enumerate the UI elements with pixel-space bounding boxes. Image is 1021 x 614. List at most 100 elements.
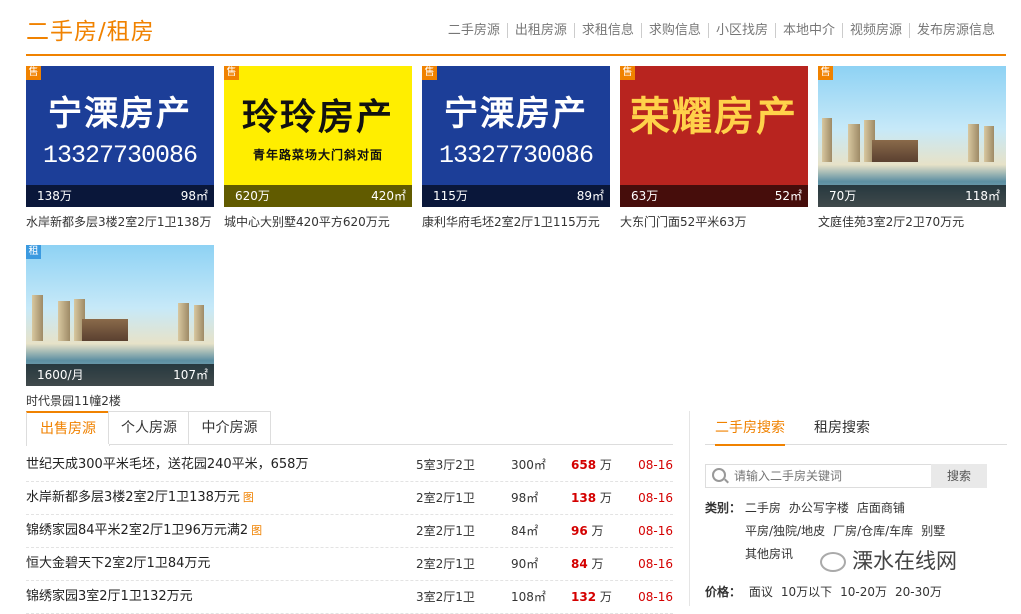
card-caption[interactable]: 水岸新都多层3楼2室2厅1卫138万 [26,213,214,230]
listing-card[interactable]: 玲玲房产 青年路菜场大门斜对面 售 620万 420㎡ 城中心大别墅420平方62… [224,66,412,230]
poster-agency-name: 荣耀房产 [630,93,798,140]
listing-date: 08-16 [638,524,673,538]
card-price: 138万 [37,189,72,203]
listing-table: 世纪天成300平米毛坯，送花园240平米，658万 5室3厅2卫 300㎡ 65… [26,449,673,614]
listing-card[interactable]: 荣耀房产 售 63万 52㎡ 大东门门面52平米63万 [620,66,808,230]
cat-other[interactable]: 其他房讯 [745,547,793,561]
price-bar: 115万 89㎡ [422,185,610,207]
sale-badge: 售 [620,66,635,80]
search-button[interactable]: 搜索 [931,464,987,488]
search-icon [712,468,726,482]
watermark: 溧水在线网 [820,545,957,575]
card-price: 70万 [829,189,857,203]
header: 二手房/租房 二手房源 出租房源 求租信息 求购信息 小区找房 本地中介 视频房源 发布房源信… [26,0,1006,56]
listing-date: 08-16 [638,491,673,505]
tab-private[interactable]: 个人房源 [108,411,190,444]
listing-layout: 2室2厅1卫 [416,524,475,538]
sale-badge: 售 [818,66,833,80]
listing-price: 96 万 [571,515,604,547]
card-area: 52㎡ [774,189,802,203]
poster-phone: 13327730086 [438,141,594,170]
nav-rent-listings[interactable]: 出租房源 [506,23,574,38]
tab-agency[interactable]: 中介房源 [188,411,271,444]
listing-title-text[interactable]: 世纪天成300平米毛坯，送花园240平米，658万 [26,457,308,472]
listing-photo[interactable]: 玲玲房产 青年路菜场大门斜对面 售 620万 420㎡ [224,66,412,207]
photo-flag: 图 [251,524,263,537]
listing-title[interactable]: 世纪天成300平米毛坯，送花园240平米，658万 [26,449,311,481]
listing-date: 08-16 [638,590,673,604]
tab-for-sale[interactable]: 出售房源 [26,411,110,446]
listing-photo[interactable]: 租 1600/月 107㎡ [26,245,214,386]
price-negotiable[interactable]: 面议 [749,585,773,599]
listing-price: 658 万 [571,449,612,481]
nav-agents[interactable]: 本地中介 [774,23,842,38]
listing-price: 138 万 [571,482,612,514]
listing-title[interactable]: 恒大金碧天下2室2厅1卫84万元 [26,548,213,580]
listing-title-text[interactable]: 锦绣家园3室2厅1卫132万元 [26,589,193,604]
price-bar: 1600/月 107㎡ [26,364,214,386]
poster-agency-name: 宁溧房产 [48,94,192,134]
listing-title[interactable]: 水岸新都多层3楼2室2厅1卫138万元图 [26,482,254,514]
card-price: 1600/月 [37,368,84,382]
listing-title-text[interactable]: 锦绣家园84平米2室2厅1卫96万元满2 [26,523,248,538]
tab-second-hand-search[interactable]: 二手房搜索 [715,417,785,446]
card-price: 620万 [235,189,270,203]
listing-tabs: 出售房源 个人房源 中介房源 [26,411,673,446]
price-20-30[interactable]: 20-30万 [895,585,942,599]
listing-area: 300㎡ [511,458,546,472]
card-caption[interactable]: 大东门门面52平米63万 [620,213,808,230]
price-unit: 万 [591,524,604,538]
price-value: 96 [571,524,588,538]
sale-badge: 售 [422,66,437,80]
card-caption[interactable]: 康利华府毛坯2室2厅1卫115万元 [422,213,610,230]
card-price: 63万 [631,189,659,203]
table-row[interactable]: 恒大金碧天下2室2厅1卫84万元 2室2厅1卫 90㎡ 84 万 08-16 [26,548,673,581]
price-value: 84 [571,557,588,571]
nav-publish[interactable]: 发布房源信息 [908,23,1002,38]
listing-card[interactable]: 宁溧房产 13327730086 售 115万 89㎡ 康利华府毛坯2室2厅1卫1… [422,66,610,230]
top-nav: 二手房源 出租房源 求租信息 求购信息 小区找房 本地中介 视频房源 发布房源信息 [441,19,1002,38]
price-bar: 620万 420㎡ [224,185,412,207]
listing-card[interactable]: 租 1600/月 107㎡ 时代景园11幢2楼 [26,245,214,409]
listing-photo[interactable]: 宁溧房产 13327730086 售 138万 98㎡ [26,66,214,207]
listing-title-text[interactable]: 恒大金碧天下2室2厅1卫84万元 [26,556,210,571]
table-row[interactable]: 锦绣家园84平米2室2厅1卫96万元满2 图 2室2厅1卫 84㎡ 96 万 08… [26,515,673,548]
listing-title[interactable]: 锦绣家园3室2厅1卫132万元 [26,581,196,613]
cat-factory[interactable]: 厂房/仓库/车库 [833,524,913,538]
card-caption[interactable]: 城中心大别墅420平方620万元 [224,213,412,230]
listing-card[interactable]: 宁溧房产 13327730086 售 138万 98㎡ 水岸新都多层3楼2室2厅1… [26,66,214,230]
cat-bungalow[interactable]: 平房/独院/地皮 [745,524,825,538]
nav-seek-rent[interactable]: 求租信息 [573,23,641,38]
cat-shops[interactable]: 店面商铺 [857,501,905,515]
listing-card[interactable]: 售 70万 118㎡ 文庭佳苑3室2厅2卫70万元 [818,66,1006,230]
nav-video[interactable]: 视频房源 [841,23,909,38]
price-10-20[interactable]: 10-20万 [840,585,887,599]
nav-second-hand[interactable]: 二手房源 [441,23,507,38]
table-row[interactable]: 世纪天成300平米毛坯，送花园240平米，658万 5室3厅2卫 300㎡ 65… [26,449,673,482]
listing-area: 98㎡ [511,491,539,505]
search-input[interactable] [732,467,931,485]
nav-community[interactable]: 小区找房 [707,23,775,38]
search-box[interactable] [705,464,933,488]
price-under-10[interactable]: 10万以下 [781,585,832,599]
poster-agency-name: 玲玲房产 [241,96,394,138]
card-price: 115万 [433,189,468,203]
table-row[interactable]: 水岸新都多层3楼2室2厅1卫138万元图 2室2厅1卫 98㎡ 138 万 08… [26,482,673,515]
listing-layout: 2室2厅1卫 [416,491,475,505]
price-label: 价格： [705,585,742,599]
card-caption[interactable]: 文庭佳苑3室2厅2卫70万元 [818,213,1006,230]
listing-photo[interactable]: 荣耀房产 售 63万 52㎡ [620,66,808,207]
listing-title[interactable]: 锦绣家园84平米2室2厅1卫96万元满2 图 [26,515,262,547]
cat-second-hand[interactable]: 二手房 [745,501,781,515]
nav-seek-buy[interactable]: 求购信息 [640,23,708,38]
cat-villa[interactable]: 别墅 [921,524,945,538]
listing-photo[interactable]: 售 70万 118㎡ [818,66,1006,207]
listing-title-text[interactable]: 水岸新都多层3楼2室2厅1卫138万元 [26,490,240,505]
listing-photo[interactable]: 宁溧房产 13327730086 售 115万 89㎡ [422,66,610,207]
price-value: 138 [571,491,597,505]
table-row[interactable]: 锦绣家园3室2厅1卫132万元 3室2厅1卫 108㎡ 132 万 08-16 [26,581,673,614]
cat-office[interactable]: 办公写字楼 [789,501,849,515]
tab-rent-search[interactable]: 租房搜索 [814,417,870,437]
card-caption[interactable]: 时代景园11幢2楼 [26,392,214,409]
price-unit: 万 [599,590,612,604]
